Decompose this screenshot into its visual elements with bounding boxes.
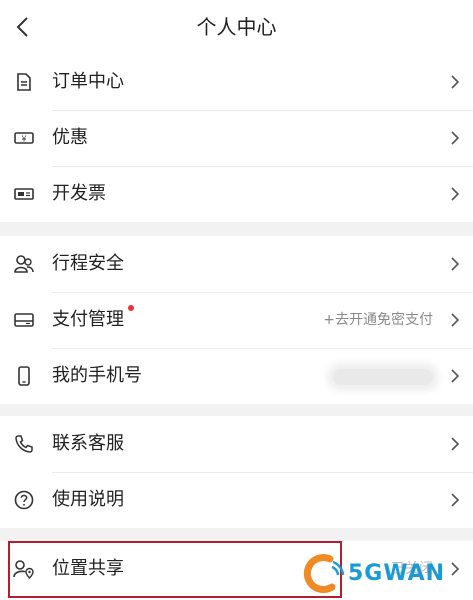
payment-promo-text[interactable]: +去开通免密支付 [323,292,433,348]
chevron-right-icon [451,437,460,451]
page-title: 个人中心 [196,15,277,39]
menu-item-trip-safety[interactable]: 行程安全 [0,236,473,292]
invoice-icon [12,182,36,206]
menu-item-label: 优惠 [52,127,88,148]
people-icon [12,252,36,276]
menu-item-label: 联系客服 [52,433,124,454]
notification-dot [128,305,134,311]
menu-item-phone-number[interactable]: 我的手机号 [0,348,473,404]
svg-text:¥: ¥ [21,135,26,144]
menu-item-label: 我的手机号 [52,365,142,386]
menu-item-label: 支付管理 [52,309,124,330]
menu-group-orders: 订单中心 ¥ 优惠 开发票 [0,54,473,222]
watermark-logo [303,554,345,594]
chevron-right-icon [451,257,460,271]
chevron-right-icon [451,187,460,201]
chevron-right-icon [451,369,460,383]
menu-item-invoice[interactable]: 开发票 [0,166,473,222]
menu-item-label: 开发票 [52,183,106,204]
watermark: 5GWAN [302,553,473,595]
watermark-text: 5GWAN [348,561,446,586]
chevron-right-icon [451,131,460,145]
menu-group-account: 行程安全 支付管理 +去开通免密支付 我的手机号 [0,236,473,404]
document-icon [12,70,36,94]
menu-item-payment[interactable]: 支付管理 +去开通免密支付 [0,292,473,348]
coupon-icon: ¥ [12,126,36,150]
menu-item-customer-service[interactable]: 联系客服 [0,416,473,472]
menu-item-label: 使用说明 [52,489,124,510]
menu-item-orders[interactable]: 订单中心 [0,54,473,110]
menu-item-label: 订单中心 [52,71,124,92]
menu-item-instructions[interactable]: 使用说明 [0,472,473,528]
question-icon [12,488,36,512]
phone-call-icon [12,432,36,456]
menu-item-label: 位置共享 [52,558,124,579]
chevron-right-icon [451,493,460,507]
back-button[interactable] [10,12,34,42]
menu-item-coupons[interactable]: ¥ 优惠 [0,110,473,166]
phone-icon [12,364,36,388]
person-location-icon [12,557,36,581]
menu-group-help: 联系客服 使用说明 [0,416,473,528]
chevron-left-icon [16,17,28,37]
card-icon [12,308,36,332]
top-bar: 个人中心 [0,0,473,54]
menu-item-label: 行程安全 [52,253,124,274]
chevron-right-icon [451,75,460,89]
blurred-phone-number [333,369,433,385]
chevron-right-icon [451,313,460,327]
